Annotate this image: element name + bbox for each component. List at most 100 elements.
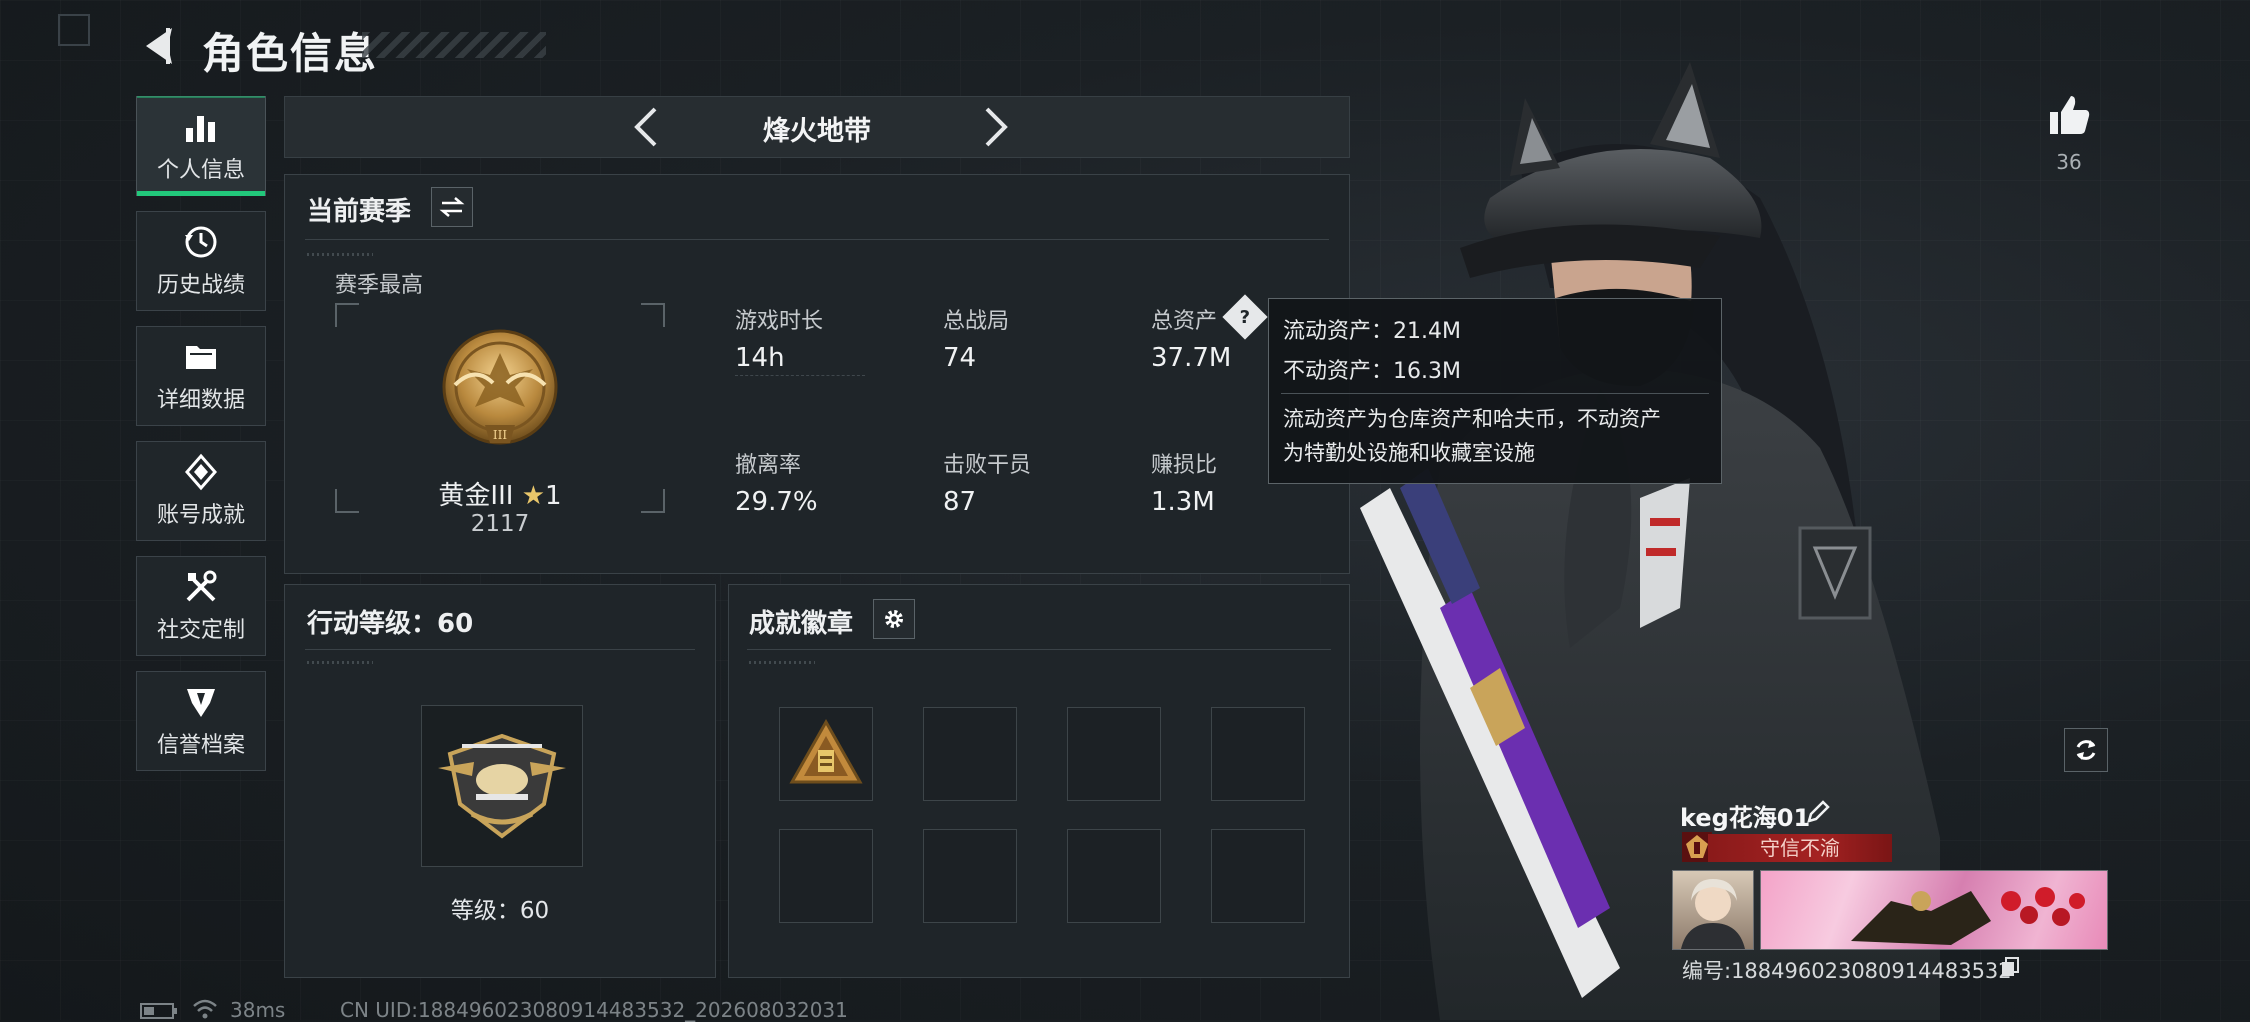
avatar-portrait-icon: [1681, 879, 1745, 949]
nav-item-history[interactable]: 历史战绩: [136, 211, 266, 311]
nav-item-reputation[interactable]: 信誉档案: [136, 671, 266, 771]
player-name: keg花海01: [1680, 804, 1811, 832]
folder-icon: [186, 346, 216, 369]
stat-label: 游戏时长: [735, 309, 824, 334]
level-title: 行动等级：60: [307, 609, 474, 639]
badge-slot[interactable]: [1211, 829, 1305, 923]
stat-value: 29.7%: [735, 487, 818, 517]
badge-slot[interactable]: [1067, 707, 1161, 801]
nav-label: 账号成就: [156, 503, 245, 528]
level-label: 等级：60: [450, 898, 550, 924]
avatar[interactable]: [1672, 870, 1754, 950]
rank-name: 黄金III: [438, 481, 514, 511]
rank-score: 2117: [470, 511, 530, 537]
nav-label: 详细数据: [156, 388, 245, 413]
nav-item-social-custom[interactable]: 社交定制: [136, 556, 266, 656]
badge-slot[interactable]: [1211, 707, 1305, 801]
level-emblem-frame: [421, 705, 583, 867]
gold-rank-emblem-icon: III: [442, 329, 558, 445]
badge-settings-button[interactable]: [873, 599, 915, 639]
badge-slot[interactable]: [779, 829, 873, 923]
badge-slot[interactable]: [923, 829, 1017, 923]
stat-label: 总战局: [943, 309, 1010, 334]
edit-name-icon[interactable]: [1804, 798, 1832, 826]
dotted-decoration: [307, 661, 373, 664]
player-id: 编号:18849602308091448353​2: [1682, 959, 2012, 983]
mode-selector: 烽火地带: [284, 96, 1350, 158]
bar-chart-icon: [186, 116, 215, 142]
banner-artwork-icon: [1851, 887, 2085, 945]
page-title: 角色信息: [202, 29, 379, 78]
like-count: 36: [2056, 150, 2082, 174]
divider: [305, 239, 1329, 240]
rank-name-row: 黄金III ★1: [335, 475, 665, 512]
stat-label: 击败干员: [943, 453, 1032, 478]
shield-emblem-icon: [187, 689, 215, 717]
level-panel: 行动等级：60 等级：60: [284, 584, 716, 978]
badges-panel: 成就徽章: [728, 584, 1350, 978]
tooltip-fixed-assets: 不动资产：16.3M: [1283, 359, 1461, 384]
divider: [747, 649, 1331, 650]
stat-label: 总资产: [1151, 309, 1218, 334]
season-title: 当前赛季: [307, 197, 412, 227]
svg-text:III: III: [493, 428, 507, 442]
nav-label: 信誉档案: [156, 733, 245, 758]
dotted-decoration: [307, 253, 373, 256]
badge-slot[interactable]: [923, 707, 1017, 801]
divider: [305, 649, 695, 650]
stat-label: 撤离率: [735, 453, 802, 478]
asset-help-button[interactable]: ?: [1222, 294, 1268, 340]
gear-icon: [885, 610, 903, 628]
nav-label: 历史战绩: [156, 273, 245, 298]
thumbs-up-icon[interactable]: [2044, 90, 2094, 140]
history-icon: [185, 226, 217, 258]
uid-text: CN UID:18849602308091448353​2_2026080320…: [340, 998, 848, 1022]
copy-icon[interactable]: [2000, 956, 2020, 978]
stat-value: 37.7M: [1151, 343, 1232, 373]
stat-value: 87: [943, 487, 977, 517]
achievement-icon: [185, 453, 217, 491]
swap-icon: [439, 197, 465, 217]
nav-item-detailed-data[interactable]: 详细数据: [136, 326, 266, 426]
nav-item-achievements[interactable]: 账号成就: [136, 441, 266, 541]
question-icon: ?: [1239, 306, 1251, 328]
honor-tag: 守信不渝: [1708, 834, 1892, 862]
divider: [1281, 393, 1709, 394]
player-banner[interactable]: [1760, 870, 2108, 950]
mode-next-button[interactable]: [973, 105, 1017, 149]
nav-label: 社交定制: [156, 618, 245, 643]
sidebar-nav: 个人信息 历史战绩 详细数据 账号成就 社交定制 信誉档案: [136, 96, 266, 786]
nav-label: 个人信息: [156, 158, 245, 183]
battery-icon: [140, 1003, 177, 1019]
stat-label: 赚损比: [1151, 453, 1218, 478]
ping-value: 38ms: [230, 998, 286, 1022]
divider: [735, 375, 865, 379]
badge-slot[interactable]: [779, 707, 873, 801]
tools-icon: [186, 570, 217, 602]
mode-title: 烽火地带: [763, 116, 871, 147]
nav-item-personal-info[interactable]: 个人信息: [136, 96, 266, 196]
rank-stars: 1: [545, 481, 562, 511]
wifi-icon: [193, 999, 217, 1019]
switch-season-button[interactable]: [431, 187, 473, 227]
star-icon: ★: [521, 481, 546, 511]
window-corner-box: [58, 14, 90, 46]
refresh-icon: [2076, 740, 2096, 760]
helicopter-emblem-icon: [438, 733, 566, 839]
asset-tooltip: 流动资产：21.4M 不动资产：16.3M 流动资产为仓库资产和哈夫币，不动资产…: [1268, 298, 1722, 484]
refresh-button[interactable]: [2064, 728, 2108, 772]
back-button[interactable]: [138, 24, 182, 68]
tooltip-description-1: 流动资产为仓库资产和哈夫币，不动资产: [1283, 407, 1661, 431]
title-decoration: [362, 32, 546, 58]
season-panel: 当前赛季 赛季最高 III 黄金III ★1 2117 游戏时长 14h 总战局…: [284, 174, 1350, 574]
stat-value: 1.3M: [1151, 487, 1215, 517]
stat-value: 14h: [735, 343, 785, 373]
pyramid-badge-icon: [789, 718, 863, 784]
stat-value: 74: [943, 343, 977, 373]
badge-slot[interactable]: [1067, 829, 1161, 923]
dotted-decoration: [749, 661, 815, 664]
badges-title: 成就徽章: [749, 609, 854, 639]
season-best-label: 赛季最高: [335, 273, 424, 298]
tooltip-description-2: 为特勤处设施和收藏室设施: [1283, 441, 1535, 465]
tooltip-liquid-assets: 流动资产：21.4M: [1283, 319, 1461, 344]
